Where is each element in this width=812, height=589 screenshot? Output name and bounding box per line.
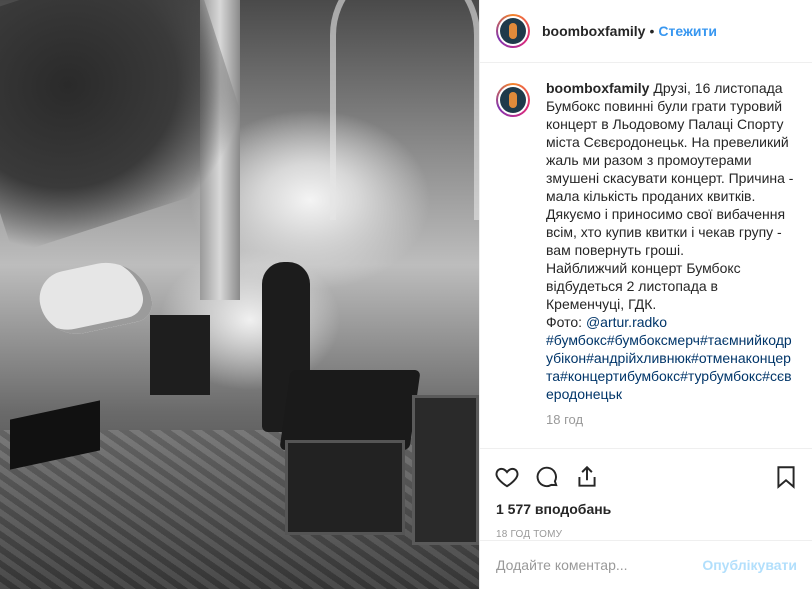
comment-icon[interactable] bbox=[534, 457, 574, 497]
header-separator: • bbox=[649, 23, 655, 39]
post-actions: 1 577 вподобань 18 ГОД ТОМУ bbox=[480, 448, 812, 540]
photo-credit-label: Фото: bbox=[546, 314, 586, 330]
avatar-image bbox=[500, 18, 526, 44]
caption-avatar-image bbox=[500, 87, 526, 113]
photo-arch bbox=[330, 0, 479, 220]
post-photo[interactable] bbox=[0, 0, 479, 589]
avatar[interactable] bbox=[496, 14, 530, 48]
caption-avatar[interactable] bbox=[496, 83, 530, 117]
likes-count[interactable]: 1 577 вподобань bbox=[494, 501, 799, 517]
photo-shoe bbox=[34, 254, 156, 341]
caption-username[interactable]: boomboxfamily bbox=[546, 80, 649, 96]
add-comment-bar: Опублікувати bbox=[480, 540, 812, 589]
caption-hashtags[interactable]: #бумбокс#бумбоксмерч#таємнийкодрубікон#а… bbox=[546, 331, 796, 403]
post-side-panel: boomboxfamily • Стежити boomboxfamily Др… bbox=[479, 0, 812, 589]
heart-icon[interactable] bbox=[494, 457, 534, 497]
post-comment-button[interactable]: Опублікувати bbox=[702, 557, 797, 573]
action-icons bbox=[494, 457, 799, 497]
caption-body: boomboxfamily Друзі, 16 листопада Бумбок… bbox=[546, 79, 796, 429]
post-header: boomboxfamily • Стежити bbox=[480, 0, 812, 63]
follow-button[interactable]: Стежити bbox=[658, 23, 717, 39]
photo-speaker bbox=[279, 370, 421, 450]
photo-road-case bbox=[285, 440, 405, 535]
share-icon[interactable] bbox=[574, 457, 614, 497]
caption-text: Друзі, 16 листопада Бумбокс повинні були… bbox=[546, 80, 794, 312]
photo-amplifier bbox=[150, 315, 210, 395]
post-timestamp[interactable]: 18 ГОД ТОМУ bbox=[494, 529, 799, 540]
comments-area[interactable]: boomboxfamily Друзі, 16 листопада Бумбок… bbox=[480, 63, 812, 448]
caption: boomboxfamily Друзі, 16 листопада Бумбок… bbox=[496, 79, 796, 429]
caption-time[interactable]: 18 год bbox=[546, 411, 796, 429]
comment-input[interactable] bbox=[496, 557, 703, 573]
header-username[interactable]: boomboxfamily bbox=[542, 23, 645, 39]
photo-credit-link[interactable]: @artur.radko bbox=[586, 314, 667, 330]
photo-road-case-2 bbox=[412, 395, 479, 545]
bookmark-icon[interactable] bbox=[759, 457, 799, 497]
